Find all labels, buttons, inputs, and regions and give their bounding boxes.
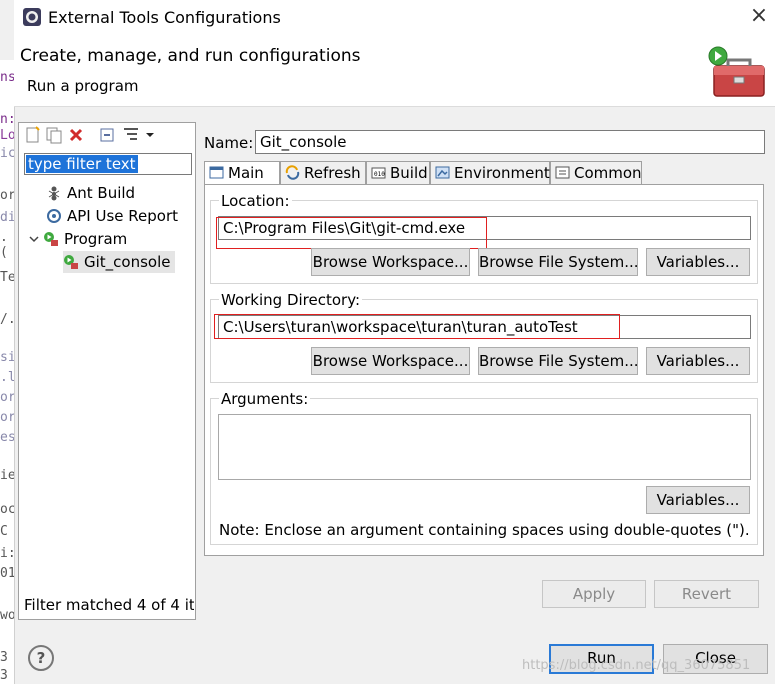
- api-report-icon: [47, 209, 61, 223]
- tab-common[interactable]: Common: [550, 161, 642, 184]
- ant-icon: [48, 186, 60, 201]
- header-title: Create, manage, and run configurations: [20, 46, 361, 66]
- external-tools-toolbox-icon: [708, 46, 765, 97]
- apply-button[interactable]: Apply: [542, 580, 646, 608]
- tree-item-label: Ant Build: [67, 184, 136, 202]
- environment-icon: [435, 166, 450, 179]
- tab-label: Main: [228, 164, 264, 182]
- tab-refresh[interactable]: Refresh: [280, 161, 366, 184]
- tree-item-git-console[interactable]: Git_console: [63, 251, 175, 273]
- tree-item-label: Program: [64, 230, 128, 248]
- location-browse-file-system-button[interactable]: Browse File System...: [478, 248, 639, 276]
- tree-item-api-use-report[interactable]: API Use Report: [46, 205, 178, 227]
- svg-text:010: 010: [374, 171, 385, 178]
- arguments-textarea[interactable]: [218, 414, 751, 480]
- refresh-icon: [285, 165, 300, 180]
- chevron-down-icon[interactable]: [28, 231, 40, 247]
- tab-build[interactable]: 010 Build: [366, 161, 430, 184]
- chevron-down-icon[interactable]: [144, 126, 156, 144]
- filter-input[interactable]: type filter text: [24, 153, 192, 175]
- delete-configuration-icon[interactable]: [67, 126, 85, 144]
- tab-label: Build: [390, 164, 428, 182]
- arguments-label: Arguments:: [219, 390, 311, 408]
- common-icon: [555, 166, 570, 179]
- close-window-icon[interactable]: ×: [748, 5, 770, 27]
- eclipse-app-icon: [23, 8, 41, 26]
- location-input[interactable]: C:\Program Files\Git\git-cmd.exe: [218, 216, 751, 240]
- location-label: Location:: [219, 192, 292, 210]
- working-directory-browse-workspace-button[interactable]: Browse Workspace...: [311, 347, 470, 375]
- collapse-all-icon[interactable]: [98, 126, 116, 144]
- tab-label: Environment: [454, 164, 550, 182]
- duplicate-configuration-icon[interactable]: [45, 126, 63, 144]
- background-window-strip: ns n: Lo ic or di .( Te /. si .l or or e…: [0, 60, 15, 684]
- tree-item-label: API Use Report: [67, 207, 179, 225]
- watermark-text: https://blog.csdn.net/qq_36075851: [522, 658, 751, 673]
- program-icon: [44, 232, 58, 246]
- location-variables-button[interactable]: Variables...: [646, 248, 750, 276]
- working-directory-label: Working Directory:: [219, 291, 363, 309]
- filter-configurations-icon[interactable]: [122, 126, 140, 144]
- working-directory-browse-file-system-button[interactable]: Browse File System...: [478, 347, 639, 375]
- tree-item-program[interactable]: Program: [28, 228, 127, 250]
- new-configuration-icon[interactable]: [24, 126, 42, 144]
- revert-button[interactable]: Revert: [654, 580, 759, 608]
- name-label: Name:: [204, 134, 254, 152]
- tree-item-label: Git_console: [84, 253, 171, 271]
- main-tab-content: Location: C:\Program Files\Git\git-cmd.e…: [204, 184, 764, 556]
- header-subtitle: Run a program: [27, 77, 139, 95]
- tab-environment[interactable]: Environment: [430, 161, 550, 184]
- help-icon[interactable]: ?: [28, 645, 54, 671]
- location-browse-workspace-button[interactable]: Browse Workspace...: [311, 248, 470, 276]
- arguments-variables-button[interactable]: Variables...: [646, 486, 750, 514]
- window-title: External Tools Configurations: [48, 8, 281, 27]
- build-icon: 010: [371, 167, 386, 179]
- tab-label: Refresh: [304, 164, 361, 182]
- tab-main[interactable]: Main: [204, 161, 280, 185]
- tree-item-ant-build[interactable]: Ant Build: [46, 182, 135, 204]
- filter-status: Filter matched 4 of 4 items: [24, 596, 194, 614]
- working-directory-variables-button[interactable]: Variables...: [646, 347, 750, 375]
- tab-label: Common: [574, 164, 642, 182]
- working-directory-input[interactable]: C:\Users\turan\workspace\turan\turan_aut…: [218, 315, 751, 339]
- name-input[interactable]: Git_console: [255, 130, 765, 154]
- program-config-icon: [64, 255, 78, 269]
- main-tab-icon: [209, 166, 224, 179]
- filter-placeholder-selected: type filter text: [26, 155, 138, 173]
- arguments-note: Note: Enclose an argument containing spa…: [219, 521, 750, 539]
